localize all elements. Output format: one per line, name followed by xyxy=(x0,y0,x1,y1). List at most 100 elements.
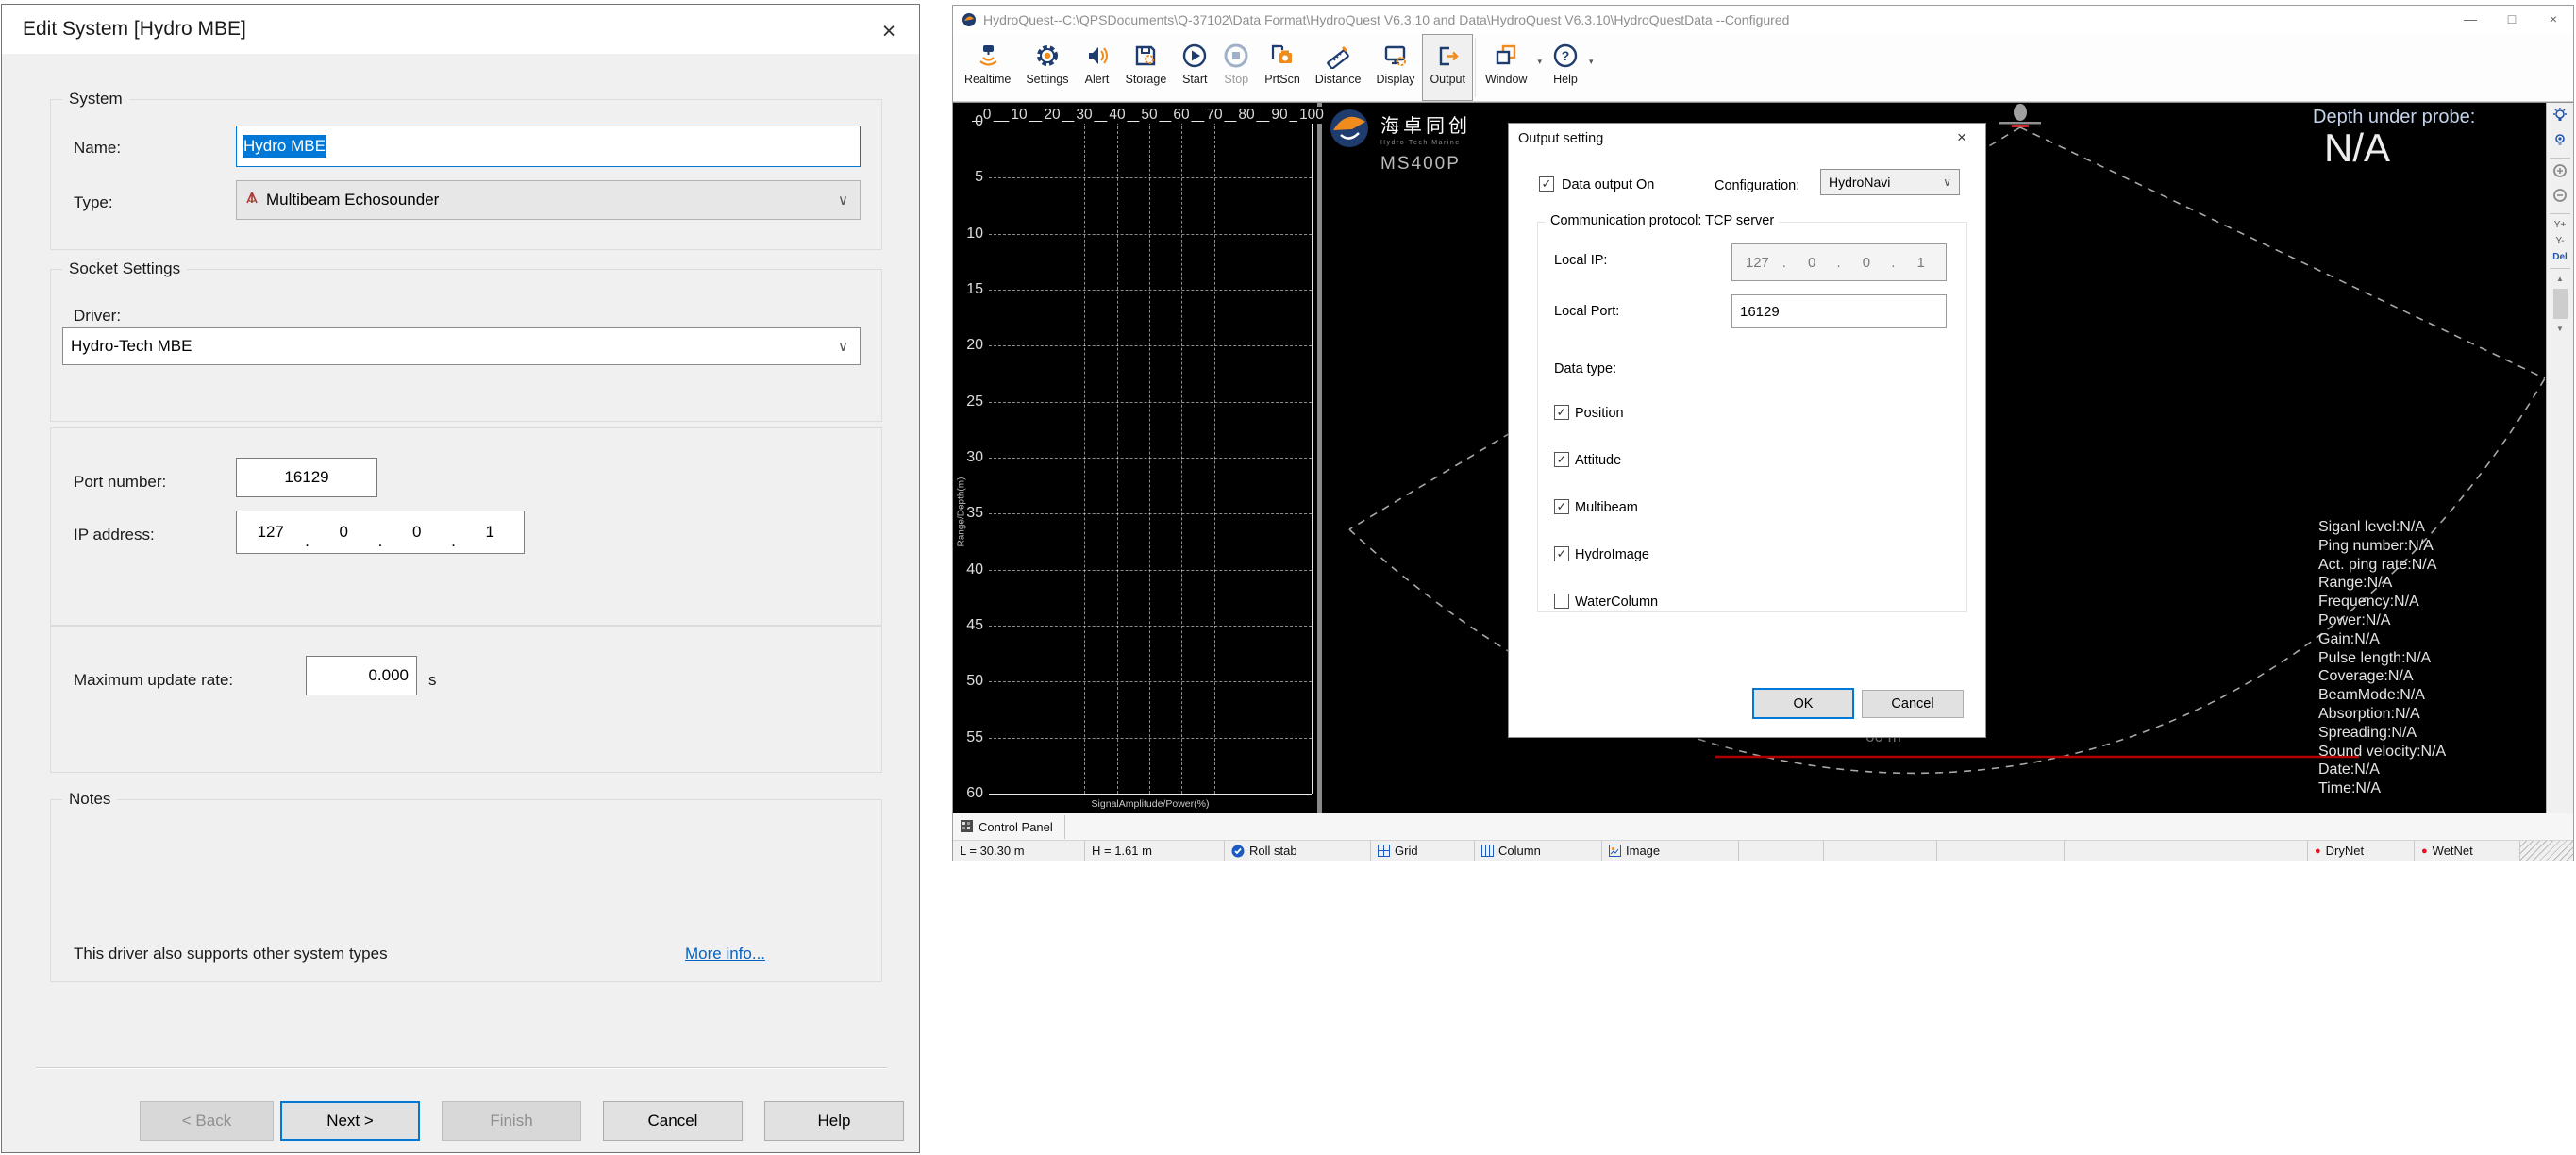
position-checkbox[interactable]: ✓ xyxy=(1554,405,1569,420)
back-button[interactable]: < Back xyxy=(140,1101,274,1141)
y-tick: 20 xyxy=(953,337,983,354)
x-axis-bottom-line xyxy=(989,794,1312,795)
toolbar-display-button[interactable]: Display xyxy=(1368,34,1422,101)
toolbar-window-button[interactable]: Window xyxy=(1478,34,1534,101)
x-axis-label: SignalAmplitude/Power(%) xyxy=(1092,798,1210,810)
tab-control-panel[interactable]: Control Panel xyxy=(955,815,1065,839)
next-button[interactable]: Next > xyxy=(280,1101,420,1141)
multibeam-checkbox[interactable]: ✓ xyxy=(1554,499,1569,514)
bottom-tab-bar: Control Panel xyxy=(953,813,2573,840)
profile-panel[interactable]: 0 10 20 30 40 50 60 70 80 90 100 0 5 10 … xyxy=(953,103,1317,814)
delete-button[interactable]: Del xyxy=(2552,252,2568,262)
toolbar-label: Alert xyxy=(1085,73,1110,86)
toolbar-label: Realtime xyxy=(964,73,1011,86)
status-column[interactable]: Column xyxy=(1475,841,1602,861)
toolbar-separator xyxy=(1475,38,1476,97)
y-tick: 55 xyxy=(953,729,983,746)
ok-button[interactable]: OK xyxy=(1752,688,1854,719)
window-close-button[interactable]: × xyxy=(2534,6,2573,33)
local-port-input[interactable]: 16129 xyxy=(1731,294,1947,328)
ip-octet-3[interactable]: 0 xyxy=(383,523,451,542)
toolbar-help-button[interactable]: ? Help xyxy=(1545,34,1586,101)
name-input[interactable]: Hydro MBE xyxy=(236,126,861,167)
toolbar-storage-button[interactable]: Storage xyxy=(1118,34,1175,101)
resize-grip[interactable] xyxy=(2520,841,2573,861)
configuration-combobox[interactable]: HydroNavi ∨ xyxy=(1820,169,1960,195)
readout-line: Ping number:N/A xyxy=(2318,537,2446,556)
hydroimage-checkbox[interactable]: ✓ xyxy=(1554,546,1569,561)
configuration-label: Configuration: xyxy=(1715,178,1799,193)
toolbar-label: Storage xyxy=(1126,73,1167,86)
readout-line: Frequency:N/A xyxy=(2318,593,2446,611)
toolbar-label: Output xyxy=(1430,73,1465,86)
zoom-out-icon[interactable] xyxy=(2552,188,2568,208)
finish-button[interactable]: Finish xyxy=(442,1101,581,1141)
watercolumn-label: WaterColumn xyxy=(1575,594,1658,610)
brand-logo-block: 海卓同创 Hydro-Tech Marine xyxy=(1328,107,1471,155)
stop-icon xyxy=(1223,40,1249,72)
scroll-thumb[interactable] xyxy=(2553,289,2568,319)
toolbar-label: Distance xyxy=(1315,73,1362,86)
data-output-checkbox[interactable]: ✓ xyxy=(1539,176,1554,192)
scroll-down-icon[interactable]: ▼ xyxy=(2556,325,2564,333)
toolbar-realtime-button[interactable]: Realtime xyxy=(957,34,1018,101)
y-plus-button[interactable]: Y+ xyxy=(2554,220,2567,230)
driver-combobox[interactable]: Hydro-Tech MBE ∨ xyxy=(62,327,861,365)
toolbar-output-button[interactable]: Output xyxy=(1422,34,1473,101)
driver-value: Hydro-Tech MBE xyxy=(71,337,192,356)
x-tick: 60 xyxy=(1171,107,1191,124)
position-label: Position xyxy=(1575,406,1624,421)
brand-logo-icon xyxy=(1328,107,1371,155)
window-dropdown-icon[interactable]: ▾ xyxy=(1534,57,1545,67)
toolbar-start-button[interactable]: Start xyxy=(1174,34,1215,101)
close-icon[interactable]: × xyxy=(870,16,908,46)
driver-label: Driver: xyxy=(74,307,121,326)
toolbar-distance-button[interactable]: Distance xyxy=(1308,34,1369,101)
y-tick: 60 xyxy=(953,785,983,802)
side-tool-strip: Y+ Y- Del ▲ ▼ xyxy=(2546,103,2573,814)
zoom-in-icon[interactable] xyxy=(2552,163,2568,183)
cancel-button[interactable]: Cancel xyxy=(603,1101,743,1141)
close-icon[interactable]: × xyxy=(1949,128,1974,147)
protocol-group: Communication protocol: TCP server Local… xyxy=(1537,222,1967,612)
maximize-button[interactable]: □ xyxy=(2492,6,2532,33)
y-minus-button[interactable]: Y- xyxy=(2555,236,2564,246)
ip-octet-1[interactable]: 127 xyxy=(237,523,305,542)
watercolumn-checkbox[interactable] xyxy=(1554,594,1569,609)
strip-separator xyxy=(2550,268,2570,269)
local-port-label: Local Port: xyxy=(1554,304,1619,319)
status-bar: L = 30.30 m H = 1.61 m Roll stab Grid Co… xyxy=(953,840,2573,861)
display-on-icon[interactable] xyxy=(2552,108,2568,127)
tab-label: Control Panel xyxy=(979,820,1053,834)
status-empty xyxy=(1937,841,2065,861)
toolbar-settings-button[interactable]: Settings xyxy=(1018,34,1076,101)
display-off-icon[interactable] xyxy=(2552,132,2568,152)
help-dropdown-icon[interactable]: ▾ xyxy=(1586,57,1597,67)
y-tick: 0 xyxy=(953,113,983,130)
minimize-button[interactable]: — xyxy=(2451,6,2490,33)
status-image[interactable]: Image xyxy=(1602,841,1739,861)
port-number-input[interactable]: 16129 xyxy=(236,458,377,497)
y-tick: 15 xyxy=(953,281,983,298)
help-button[interactable]: Help xyxy=(764,1101,904,1141)
toolbar-stop-button[interactable]: Stop xyxy=(1215,34,1257,101)
toolbar-alert-button[interactable]: Alert xyxy=(1077,34,1118,101)
app-icon xyxy=(962,12,977,32)
status-grid[interactable]: Grid xyxy=(1371,841,1475,861)
toolbar-label: Start xyxy=(1182,73,1207,86)
ip-address-input[interactable]: 127 . 0 . 0 . 1 xyxy=(236,511,525,554)
local-ip-octet-3: 0 xyxy=(1842,255,1892,271)
scroll-up-icon[interactable]: ▲ xyxy=(2556,275,2564,283)
attitude-checkbox[interactable]: ✓ xyxy=(1554,452,1569,467)
update-rate-input[interactable]: 0.000 xyxy=(306,656,417,695)
ip-octet-2[interactable]: 0 xyxy=(310,523,378,542)
more-info-link[interactable]: More info... xyxy=(685,945,765,963)
toolbar-prtscn-button[interactable]: PrtScn xyxy=(1257,34,1308,101)
status-roll-stab[interactable]: Roll stab xyxy=(1225,841,1371,861)
ip-octet-4[interactable]: 1 xyxy=(457,523,525,542)
x-tick: 80 xyxy=(1236,107,1256,124)
local-ip-octet-4: 1 xyxy=(1896,255,1946,271)
cancel-button[interactable]: Cancel xyxy=(1862,690,1964,718)
type-value: Multibeam Echosounder xyxy=(266,191,439,209)
type-combobox[interactable]: Multibeam Echosounder ∨ xyxy=(236,180,861,220)
